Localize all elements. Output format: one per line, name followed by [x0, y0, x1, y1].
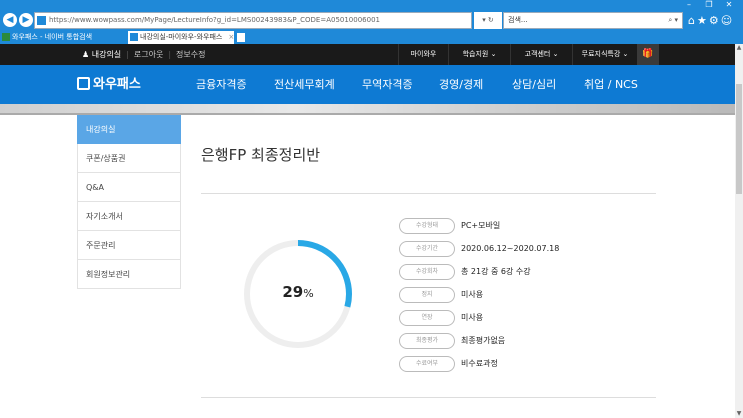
divider [201, 193, 656, 194]
topbar-item-label: 무료지식특강 [581, 50, 621, 58]
nav-counseling-psychology[interactable]: 상담/심리 [512, 65, 556, 104]
sidebar-item-orders[interactable]: 주문관리 [77, 231, 181, 260]
edit-profile-link[interactable]: 정보수정 [176, 50, 205, 59]
course-title: 은행FP 최종정리반 [201, 146, 321, 164]
browser-chrome: – ❐ ✕ ◀ ▶ https://www.wowpass.com/MyPage… [0, 0, 743, 44]
new-tab-icon[interactable] [237, 33, 245, 42]
gift-icon[interactable]: 🎁 [637, 44, 659, 65]
progress-ring: 29% [242, 238, 354, 350]
sidebar-item-member-info[interactable]: 회원정보관리 [77, 260, 181, 289]
sidebar-item-self-intro[interactable]: 자기소개서 [77, 202, 181, 231]
scroll-up-icon[interactable]: ▲ [735, 44, 743, 52]
topbar-item-label: 학습지원 [462, 50, 489, 58]
logo-text: 와우패스 [93, 77, 141, 92]
scrollbar-thumb[interactable] [736, 84, 742, 194]
site-logo[interactable]: 와우패스 [77, 65, 141, 104]
detail-row-period: 수강기간 2020.06.12~2020.07.18 [399, 239, 659, 262]
nav-business-economy[interactable]: 경영/경제 [439, 65, 483, 104]
account-links: ♟ 내강의실 | 로그아웃 | 정보수정 [82, 50, 206, 59]
topbar-item-label: 고객센터 [524, 50, 551, 58]
detail-row-pause: 정지 미사용 [399, 285, 659, 308]
logout-link[interactable]: 로그아웃 [134, 50, 163, 59]
progress-percent: 29% [242, 283, 354, 301]
naver-favicon-icon [2, 33, 10, 41]
pause-button[interactable]: 정지 [399, 287, 455, 303]
detail-label: 수료여부 [399, 356, 455, 372]
detail-row-final-eval: 최종평가 최종평가없음 [399, 331, 659, 354]
detail-value: 2020.06.12~2020.07.18 [461, 244, 560, 253]
divider [201, 397, 656, 398]
detail-value: 비수료과정 [461, 359, 498, 368]
tab-strip: 와우패스 - 네이버 통합검색 내강의실-마이와우-와우패스 × [0, 31, 743, 44]
detail-label: 수강형태 [399, 218, 455, 234]
address-row: ◀ ▶ https://www.wowpass.com/MyPage/Lectu… [0, 11, 743, 30]
my-classroom-link[interactable]: 내강의실 [92, 50, 121, 59]
sidebar-item-qna[interactable]: Q&A [77, 173, 181, 202]
free-lecture-menu[interactable]: 무료지식특강 ⌄ [572, 44, 637, 65]
tab-label: 와우패스 - 네이버 통합검색 [12, 33, 93, 41]
main-nav: 와우패스 금융자격증 전산세무회계 무역자격증 경영/경제 상담/심리 취업 /… [0, 65, 735, 104]
minimize-icon[interactable]: – [680, 0, 698, 10]
toolbar-icons: ⌂★⚙☺ [688, 12, 743, 29]
detail-row-completion: 수료여부 비수료과정 [399, 354, 659, 377]
sidebar-item-my-classroom[interactable]: 내강의실 [77, 115, 181, 144]
back-icon[interactable]: ◀ [3, 13, 17, 27]
site-topbar: ♟ 내강의실 | 로그아웃 | 정보수정 마이와우 학습지원 ⌄ 고객센터 ⌄ 무료지식… [0, 44, 735, 65]
nav-trade-cert[interactable]: 무역자격증 [362, 65, 413, 104]
refresh-icon[interactable]: ▾ ↻ [474, 12, 502, 29]
my-wow-link[interactable]: 마이와우 [398, 44, 448, 65]
detail-label: 수강회차 [399, 264, 455, 280]
gear-icon[interactable]: ⚙ [709, 14, 721, 27]
nav-tax-accounting[interactable]: 전산세무회계 [274, 65, 335, 104]
detail-row-sessions: 수강회차 총 21강 중 6강 수강 [399, 262, 659, 285]
detail-label: 최종평가 [399, 333, 455, 349]
user-icon: ♟ [82, 50, 92, 59]
search-placeholder: 검색... [508, 16, 528, 24]
detail-label: 수강기간 [399, 241, 455, 257]
tab-label: 내강의실-마이와우-와우패스 [140, 33, 223, 41]
sidebar-item-coupons[interactable]: 쿠폰/상품권 [77, 144, 181, 173]
detail-value: 미사용 [461, 290, 484, 299]
detail-value: PC+모바일 [461, 221, 501, 230]
customer-center-menu[interactable]: 고객센터 ⌄ [510, 44, 572, 65]
page-scrollbar[interactable]: ▲ ▼ [735, 44, 743, 418]
detail-row-extend: 연장 미사용 [399, 308, 659, 331]
progress-unit: % [303, 287, 314, 300]
mypage-sidebar: 내강의실 쿠폰/상품권 Q&A 자기소개서 주문관리 회원정보관리 [77, 115, 181, 289]
search-icon[interactable]: ⌕ ▾ [668, 13, 678, 28]
forward-icon[interactable]: ▶ [19, 13, 33, 27]
favorites-icon[interactable]: ★ [697, 14, 709, 27]
address-bar[interactable]: https://www.wowpass.com/MyPage/LectureIn… [34, 12, 472, 29]
extend-button[interactable]: 연장 [399, 310, 455, 326]
logo-mark-icon [77, 77, 90, 90]
progress-value: 29 [282, 283, 304, 301]
course-details: 수강형태 PC+모바일 수강기간 2020.06.12~2020.07.18 수강회… [399, 216, 659, 377]
scroll-down-icon[interactable]: ▼ [735, 410, 743, 418]
nav-employment-ncs[interactable]: 취업 / NCS [584, 65, 638, 104]
nav-finance-cert[interactable]: 금융자격증 [196, 65, 247, 104]
close-window-icon[interactable]: ✕ [720, 0, 738, 10]
url-text: https://www.wowpass.com/MyPage/LectureIn… [49, 16, 380, 24]
smiley-icon[interactable]: ☺ [721, 14, 734, 27]
restore-icon[interactable]: ❐ [700, 0, 718, 10]
wowpass-favicon-icon [130, 33, 138, 41]
search-input[interactable]: 검색... ⌕ ▾ [503, 12, 683, 29]
detail-value: 미사용 [461, 313, 484, 322]
tab-wowpass[interactable]: 내강의실-마이와우-와우패스 × [128, 31, 234, 44]
detail-row-type: 수강형태 PC+모바일 [399, 216, 659, 239]
home-icon[interactable]: ⌂ [688, 14, 697, 27]
chevron-down-icon: ⌄ [552, 50, 559, 58]
topbar-item-label: 마이와우 [410, 50, 437, 58]
chevron-down-icon: ⌄ [490, 50, 497, 58]
study-support-menu[interactable]: 학습지원 ⌄ [448, 44, 510, 65]
detail-value: 최종평가없음 [461, 336, 506, 345]
site-favicon-icon [37, 16, 46, 25]
tab-naver[interactable]: 와우패스 - 네이버 통합검색 [0, 31, 128, 44]
banner-strip [0, 104, 735, 115]
detail-value: 총 21강 중 6강 수강 [461, 267, 531, 276]
close-tab-icon[interactable]: × [228, 33, 234, 41]
chevron-down-icon: ⌄ [622, 50, 629, 58]
